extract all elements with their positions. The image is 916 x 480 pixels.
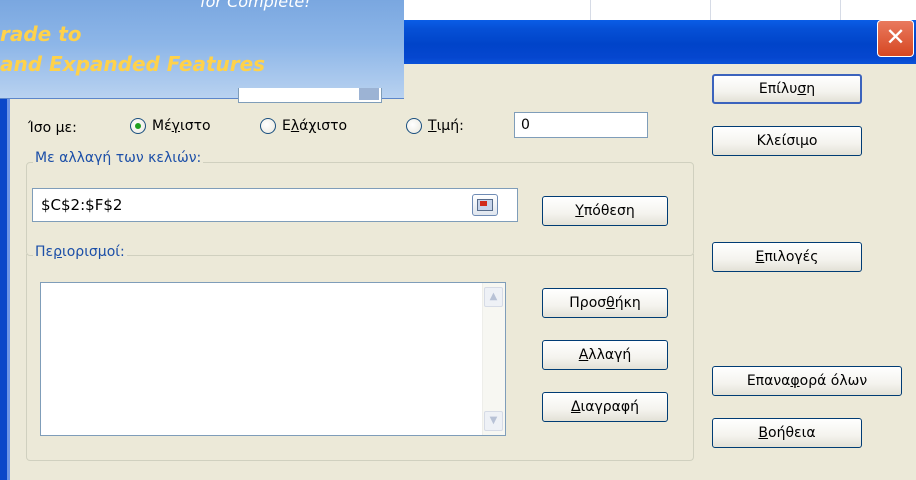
radio-min-circle[interactable]	[260, 118, 276, 134]
value-input[interactable]	[514, 112, 648, 138]
radio-value-circle[interactable]	[406, 118, 422, 134]
spreadsheet-column	[710, 0, 841, 20]
guess-button[interactable]: Υπόθεση	[542, 196, 668, 226]
constraints-scrollbar[interactable]: ▲ ▼	[482, 283, 505, 435]
equal-to-label: Ίσο με:	[28, 120, 77, 136]
radio-min[interactable]: Ελάχιστο	[260, 118, 347, 134]
spreadsheet-column	[430, 0, 591, 20]
radio-min-label: Ελάχιστο	[282, 118, 348, 134]
spreadsheet-column	[590, 0, 711, 20]
collapse-dialog-icon[interactable]	[472, 194, 498, 216]
close-button[interactable]: Κλείσιμο	[712, 126, 862, 156]
close-window-button[interactable]: ✕	[877, 20, 914, 57]
promo-top-text: for Complete!	[200, 0, 311, 11]
options-button[interactable]: Επιλογές	[712, 242, 862, 272]
reset-all-button[interactable]: Επαναφορά όλων	[712, 366, 902, 396]
radio-value[interactable]: Τιμή:	[406, 118, 464, 134]
delete-button[interactable]: Διαγραφή	[542, 392, 668, 422]
changing-cells-input[interactable]	[32, 188, 518, 222]
target-cell-ref-button[interactable]	[359, 88, 379, 100]
solve-button[interactable]: Επίλυση	[712, 74, 862, 104]
promo-line-1: rade to	[0, 22, 82, 46]
radio-max[interactable]: Μέγιστο	[130, 118, 211, 134]
upgrade-promo-banner[interactable]: for Complete! rade to and Expanded Featu…	[0, 0, 404, 99]
scroll-up-icon[interactable]: ▲	[484, 287, 503, 307]
radio-max-label: Μέγιστο	[152, 118, 211, 134]
constraints-listbox[interactable]: ▲ ▼	[40, 282, 506, 436]
changing-cells-legend: Με αλλαγή των κελιών:	[33, 150, 204, 166]
radio-max-circle[interactable]	[130, 118, 146, 134]
change-button[interactable]: Αλλαγή	[542, 340, 668, 370]
scroll-down-icon[interactable]: ▼	[484, 411, 503, 431]
close-icon: ✕	[885, 23, 906, 51]
target-cell-field[interactable]	[238, 88, 382, 103]
constraints-legend: Περιορισμοί:	[33, 244, 127, 260]
add-button[interactable]: Προσθήκη	[542, 288, 668, 318]
help-button[interactable]: Βοήθεια	[712, 418, 862, 448]
radio-value-label: Τιμή:	[428, 118, 464, 134]
promo-line-2: and Expanded Features	[0, 52, 266, 76]
